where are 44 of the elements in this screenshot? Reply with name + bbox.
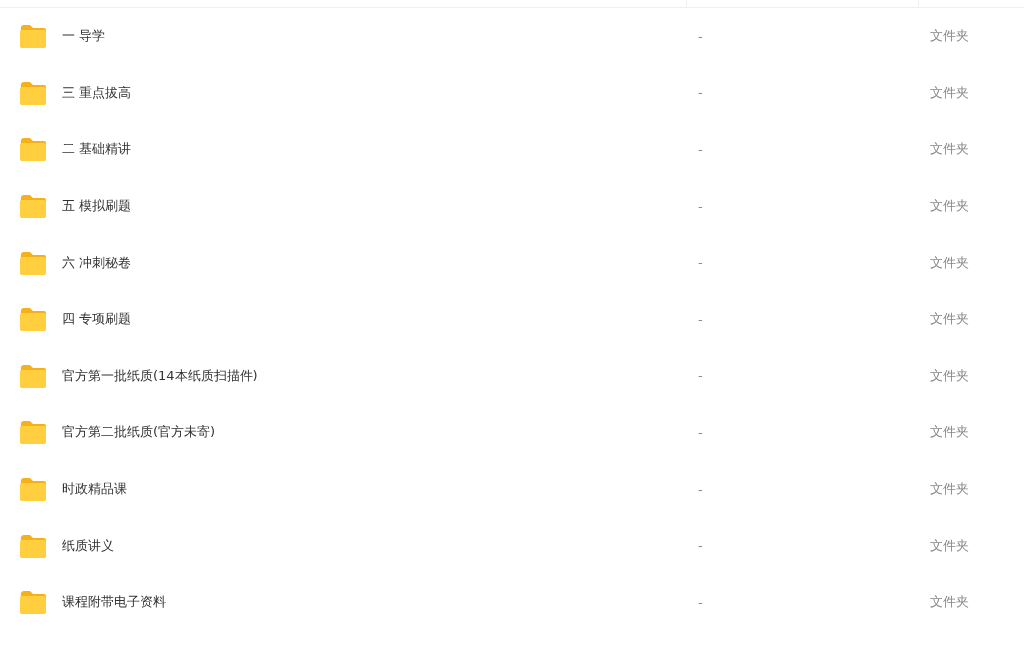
folder-icon: [19, 533, 47, 558]
file-type: 文件夹: [930, 311, 969, 327]
file-type: 文件夹: [930, 198, 969, 214]
file-name[interactable]: 官方第一批纸质(14本纸质扫描件): [62, 366, 258, 385]
file-name[interactable]: 时政精品课: [62, 480, 127, 499]
file-size: -: [698, 255, 703, 271]
file-size: -: [698, 424, 703, 440]
file-name[interactable]: 二 基础精讲: [62, 140, 132, 159]
file-name[interactable]: 纸质讲义: [62, 536, 114, 555]
file-name[interactable]: 官方第二批纸质(官方未寄): [62, 423, 216, 442]
file-size: -: [698, 198, 703, 214]
folder-icon: [19, 250, 47, 275]
folder-icon: [19, 80, 47, 105]
folder-icon: [19, 590, 47, 615]
file-size: -: [698, 594, 703, 610]
file-name[interactable]: 五 模拟刷题: [62, 197, 132, 216]
folder-icon: [19, 363, 47, 388]
file-name[interactable]: 课程附带电子资料: [62, 593, 166, 612]
file-type: 文件夹: [930, 367, 969, 383]
file-type: 文件夹: [930, 28, 969, 44]
file-size: -: [698, 85, 703, 101]
folder-icon: [19, 24, 47, 49]
folder-icon: [19, 477, 47, 502]
file-size: -: [698, 311, 703, 327]
folder-icon: [19, 307, 47, 332]
file-type: 文件夹: [930, 594, 969, 610]
file-type: 文件夹: [930, 141, 969, 157]
file-type: 文件夹: [930, 481, 969, 497]
file-type: 文件夹: [930, 424, 969, 440]
file-name[interactable]: 四 专项刷题: [62, 310, 132, 329]
file-name[interactable]: 一 导学: [62, 27, 106, 46]
file-type: 文件夹: [930, 254, 969, 270]
file-size: -: [698, 538, 703, 554]
file-size: -: [698, 368, 703, 384]
file-type: 文件夹: [930, 537, 969, 553]
file-name[interactable]: 六 冲刺秘卷: [62, 253, 132, 272]
file-type: 文件夹: [930, 84, 969, 100]
folder-icon: [19, 194, 47, 219]
folder-icon: [19, 420, 47, 445]
file-size: -: [698, 481, 703, 497]
file-size: -: [698, 142, 703, 157]
folder-icon: [19, 137, 47, 162]
file-name[interactable]: 三 重点拔高: [62, 83, 132, 102]
file-size: -: [698, 28, 703, 44]
